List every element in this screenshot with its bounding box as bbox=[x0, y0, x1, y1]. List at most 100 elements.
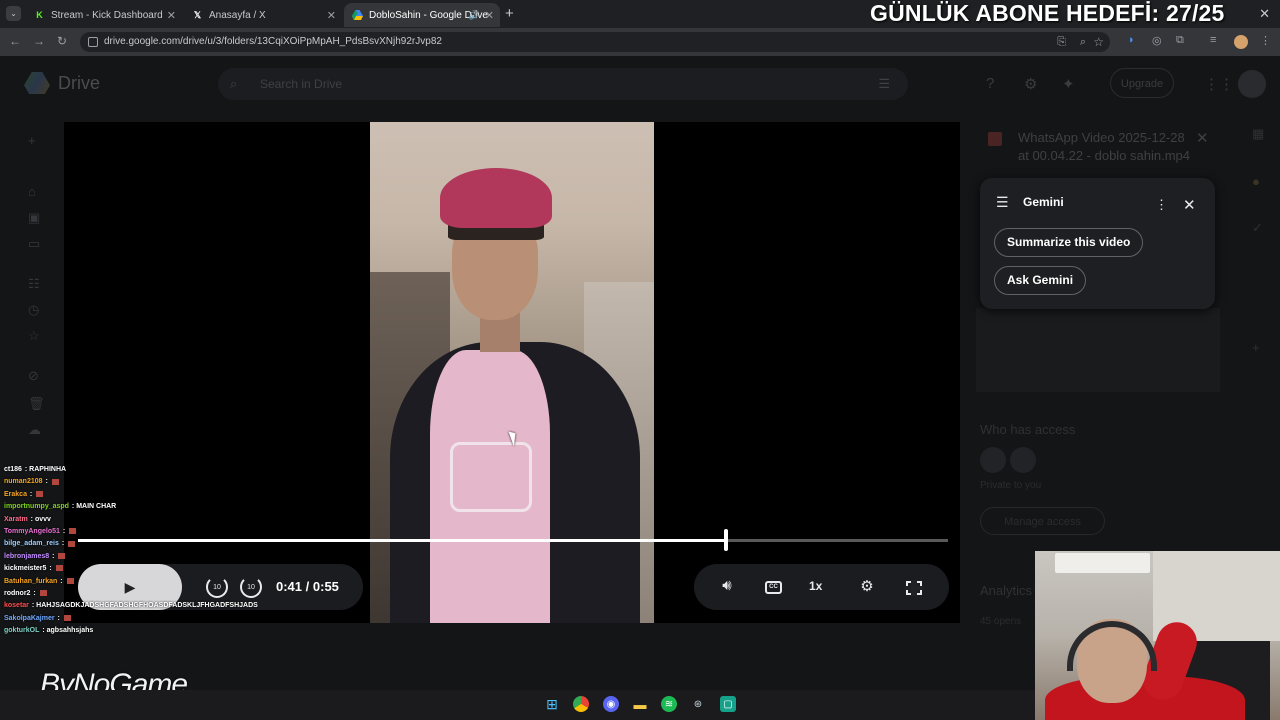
account-avatar[interactable] bbox=[1238, 70, 1266, 98]
close-tab-icon[interactable]: ✕ bbox=[167, 9, 176, 22]
chat-text: RAPHINHA bbox=[29, 466, 67, 473]
url-bar[interactable]: drive.google.com/drive/u/3/folders/13Cqi… bbox=[80, 32, 1110, 52]
tasks-icon[interactable]: ✓ bbox=[1252, 220, 1263, 236]
url-text: drive.google.com/drive/u/3/folders/13Cqi… bbox=[104, 36, 442, 47]
media-controls-icon[interactable]: ≡ bbox=[1210, 34, 1216, 46]
steam-icon[interactable]: ⊛ bbox=[690, 696, 706, 712]
upgrade-button[interactable]: Upgrade bbox=[1110, 68, 1174, 98]
discord-icon[interactable]: ◉ bbox=[603, 696, 619, 712]
browser-menu-icon[interactable]: ⋮ bbox=[1260, 34, 1271, 47]
recent-icon[interactable]: ◷ bbox=[28, 302, 39, 318]
forward-icon[interactable]: → bbox=[33, 34, 45, 48]
settings-gear-icon[interactable]: ⚙ bbox=[1024, 75, 1037, 93]
manage-access-button[interactable]: Manage access bbox=[980, 507, 1105, 535]
chat-username[interactable]: Xaratm bbox=[4, 516, 28, 523]
tab-kick-dashboard[interactable]: K Stream - Kick Dashboard ✕ bbox=[26, 3, 182, 27]
chat-separator: : bbox=[60, 528, 68, 535]
chat-separator: : bbox=[31, 590, 38, 597]
settings-gear-icon[interactable]: ⚙ bbox=[855, 577, 879, 595]
audio-playing-icon[interactable]: 🔊 bbox=[469, 10, 480, 21]
seek-handle[interactable] bbox=[724, 529, 729, 551]
chat-username[interactable]: lebronjames8 bbox=[4, 553, 49, 560]
profile-avatar-icon[interactable] bbox=[1234, 35, 1248, 49]
extension-icon[interactable]: ◎ bbox=[1152, 34, 1162, 47]
gemini-list-sparkle-icon: ☰ bbox=[996, 194, 1009, 210]
chat-separator: : bbox=[47, 565, 54, 573]
chat-username[interactable]: bilge_adam_reis bbox=[4, 540, 59, 547]
chat-username[interactable]: kickmeister5 bbox=[4, 565, 46, 572]
new-tab-button[interactable]: + bbox=[505, 5, 514, 22]
keep-icon[interactable]: ● bbox=[1252, 174, 1260, 189]
chat-username[interactable]: SakolpaKajmer bbox=[4, 615, 55, 622]
home-icon[interactable]: ⌂ bbox=[28, 184, 36, 199]
drive-title: Drive bbox=[58, 73, 101, 93]
duration: / 0:55 bbox=[305, 579, 339, 594]
file-explorer-icon[interactable]: ▬ bbox=[632, 696, 648, 712]
private-label: Private to you bbox=[980, 480, 1042, 491]
chat-username[interactable]: kosetar bbox=[4, 602, 29, 609]
chat-username[interactable]: importnumpy_aspd bbox=[4, 503, 69, 510]
drive-favicon-icon bbox=[352, 10, 363, 21]
chat-message: Batuhan_furkan : bbox=[4, 578, 74, 585]
chat-username[interactable]: gokturkOL bbox=[4, 627, 39, 634]
site-info-icon[interactable] bbox=[88, 37, 98, 47]
chat-username[interactable]: ct186 bbox=[4, 466, 22, 473]
tab-google-drive[interactable]: DobloSahin - Google Drive 🔊 ✕ bbox=[344, 3, 500, 27]
playback-speed-button[interactable]: 1x bbox=[809, 579, 822, 593]
gemini-sparkle-icon[interactable]: ✦ bbox=[1062, 75, 1075, 93]
search-placeholder: Search in Drive bbox=[260, 77, 343, 91]
window-close-icon[interactable]: ✕ bbox=[1259, 6, 1270, 22]
summarize-video-button[interactable]: Summarize this video bbox=[994, 228, 1144, 257]
zoom-icon[interactable]: ⌕ bbox=[1080, 32, 1086, 52]
chat-message: Xaratm : ovvv bbox=[4, 516, 51, 523]
emote-icon bbox=[63, 614, 71, 621]
spotify-icon[interactable]: ≋ bbox=[661, 696, 677, 712]
volume-icon[interactable]: 🔊︎ bbox=[715, 577, 739, 594]
bookmark-star-icon[interactable]: ☆ bbox=[1093, 32, 1104, 52]
emote-icon bbox=[51, 478, 59, 485]
starred-icon[interactable]: ☆ bbox=[28, 328, 40, 344]
back-icon[interactable]: ← bbox=[9, 34, 21, 48]
trash-icon[interactable]: 🗑 bbox=[28, 396, 45, 412]
tab-x-home[interactable]: 𝕏 Anasayfa / X ✕ bbox=[184, 3, 342, 27]
chat-message: ct186 : RAPHINHA bbox=[4, 466, 66, 473]
close-tab-icon[interactable]: ✕ bbox=[485, 9, 494, 22]
chat-username[interactable]: numan2108 bbox=[4, 478, 43, 485]
calendar-icon[interactable]: ▦ bbox=[1252, 126, 1264, 142]
ask-gemini-button[interactable]: Ask Gemini bbox=[994, 266, 1087, 295]
close-icon[interactable]: ✕ bbox=[1183, 196, 1196, 214]
install-app-icon[interactable]: ⎘ bbox=[1057, 32, 1066, 52]
emote-icon bbox=[36, 490, 44, 497]
chrome-icon[interactable] bbox=[573, 696, 589, 712]
shared-icon[interactable]: ☷ bbox=[28, 276, 40, 292]
media-extension-icon[interactable]: ◗ bbox=[1128, 34, 1135, 46]
drive-search-input[interactable]: ⌕ Search in Drive ☰ bbox=[218, 68, 908, 100]
spam-icon[interactable]: ⊘ bbox=[28, 368, 39, 384]
filter-icon[interactable]: ☰ bbox=[878, 68, 890, 100]
workspaces-icon[interactable]: ▭ bbox=[28, 236, 40, 252]
details-close-icon[interactable]: ✕ bbox=[1196, 129, 1209, 147]
storage-cloud-icon[interactable]: ☁ bbox=[28, 422, 41, 438]
tab-search-icon[interactable]: ⌄ bbox=[6, 6, 21, 21]
puzzle-extensions-icon[interactable]: ⧉ bbox=[1176, 34, 1184, 47]
captions-icon[interactable]: CC bbox=[765, 581, 782, 594]
apps-grid-icon[interactable]: ⋮⋮ bbox=[1204, 75, 1234, 93]
chat-username[interactable]: Batuhan_furkan bbox=[4, 578, 57, 585]
fullscreen-icon[interactable] bbox=[905, 580, 923, 596]
air-conditioner bbox=[1055, 553, 1150, 573]
windows-start-icon[interactable]: ⊞ bbox=[544, 696, 560, 712]
stream-chat-overlay: ct186 : RAPHINHA numan2108 : Erakca : imp… bbox=[0, 455, 260, 640]
chat-username[interactable]: rodnor2 bbox=[4, 590, 30, 597]
app-icon[interactable]: ▢ bbox=[720, 696, 736, 712]
chat-message: kosetar : HAHJSAGDKJADSHGFADSHGFHOASDFAD… bbox=[4, 602, 258, 609]
new-plus-icon[interactable]: + bbox=[28, 133, 36, 148]
gemini-title: Gemini bbox=[1023, 195, 1064, 209]
reload-icon[interactable]: ↻ bbox=[57, 34, 67, 48]
help-icon[interactable]: ? bbox=[986, 75, 994, 92]
close-tab-icon[interactable]: ✕ bbox=[327, 9, 336, 22]
chat-username[interactable]: Erakca bbox=[4, 491, 27, 498]
chat-username[interactable]: TommyAngelo51 bbox=[4, 528, 60, 535]
add-addon-icon[interactable]: + bbox=[1252, 340, 1260, 355]
more-options-icon[interactable]: ⋮ bbox=[1155, 197, 1168, 213]
activity-icon[interactable]: ▣ bbox=[28, 210, 40, 226]
